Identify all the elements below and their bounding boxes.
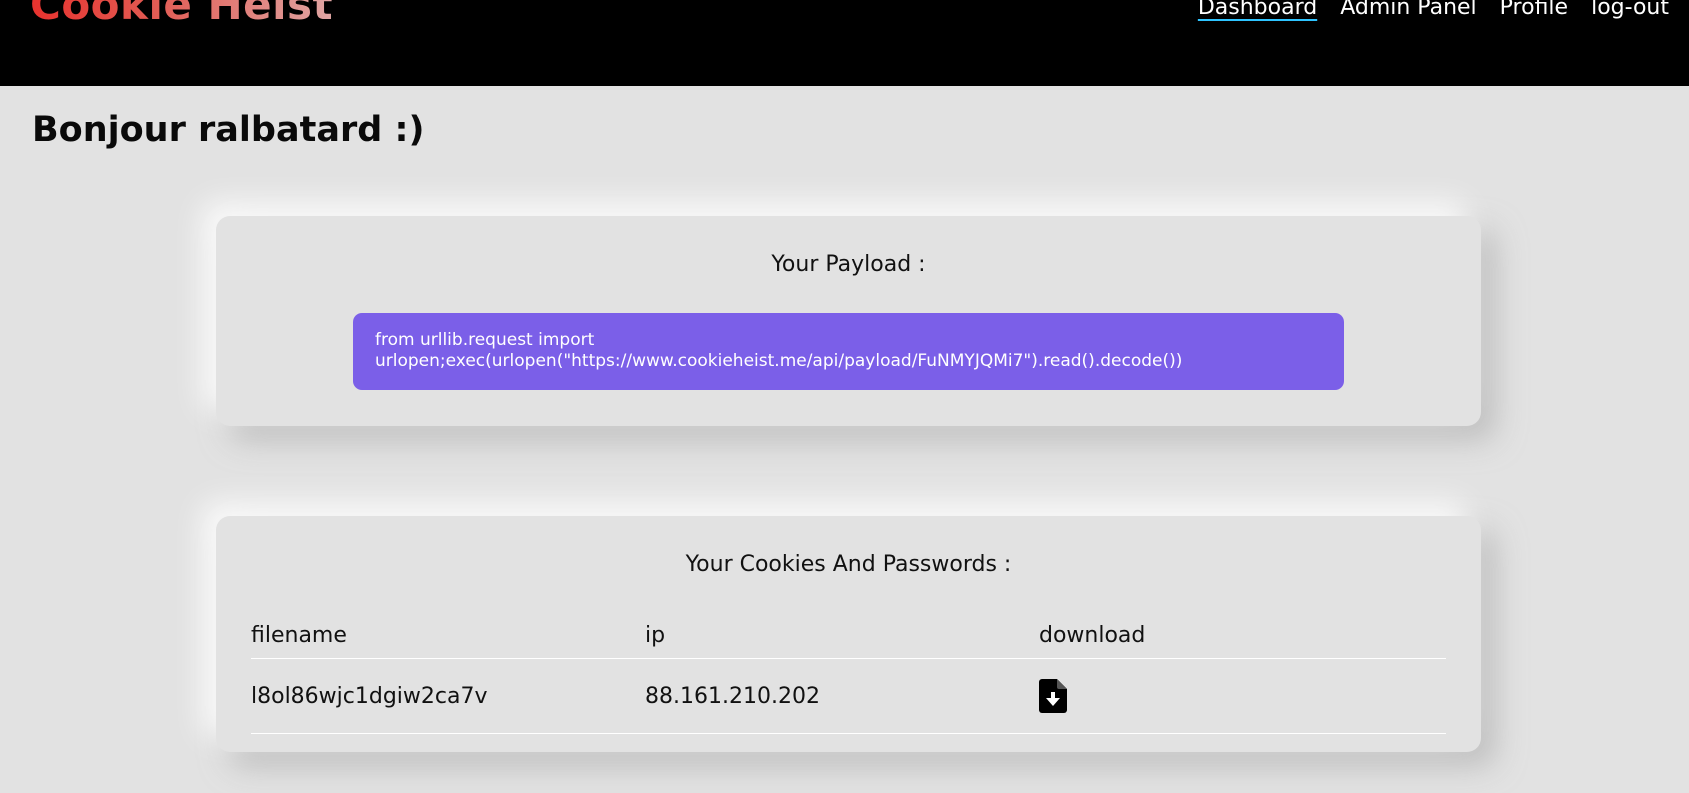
main-nav: Dashboard Admin Panel Profile log-out bbox=[1198, 0, 1669, 21]
column-header-ip: ip bbox=[645, 622, 666, 648]
row-filename: l8ol86wjc1dgiw2ca7v bbox=[251, 683, 488, 709]
column-header-filename: filename bbox=[251, 622, 347, 648]
top-navbar: Cookie Heist Dashboard Admin Panel Profi… bbox=[0, 0, 1689, 86]
row-download-cell bbox=[1039, 679, 1446, 713]
table-header-row: filename ip download bbox=[251, 612, 1446, 659]
cookies-title: Your Cookies And Passwords : bbox=[685, 552, 1012, 577]
nav-dashboard-link[interactable]: Dashboard bbox=[1198, 0, 1317, 21]
payload-code-box[interactable]: from urllib.request import urlopen;exec(… bbox=[353, 313, 1344, 390]
file-download-icon[interactable] bbox=[1039, 679, 1067, 713]
nav-logout-link[interactable]: log-out bbox=[1591, 0, 1669, 21]
cookies-table: filename ip download l8ol86wjc1dgiw2ca7v… bbox=[251, 612, 1446, 734]
table-row: l8ol86wjc1dgiw2ca7v 88.161.210.202 bbox=[251, 659, 1446, 734]
payload-title: Your Payload : bbox=[771, 252, 926, 277]
page-greeting: Bonjour ralbatard :) bbox=[32, 110, 425, 150]
cookies-card: Your Cookies And Passwords : filename ip… bbox=[216, 516, 1481, 752]
nav-admin-panel-link[interactable]: Admin Panel bbox=[1340, 0, 1476, 21]
column-header-download: download bbox=[1039, 622, 1146, 648]
brand-logo[interactable]: Cookie Heist bbox=[30, 0, 333, 26]
row-ip: 88.161.210.202 bbox=[645, 683, 820, 709]
payload-card: Your Payload : from urllib.request impor… bbox=[216, 216, 1481, 426]
nav-profile-link[interactable]: Profile bbox=[1500, 0, 1568, 21]
